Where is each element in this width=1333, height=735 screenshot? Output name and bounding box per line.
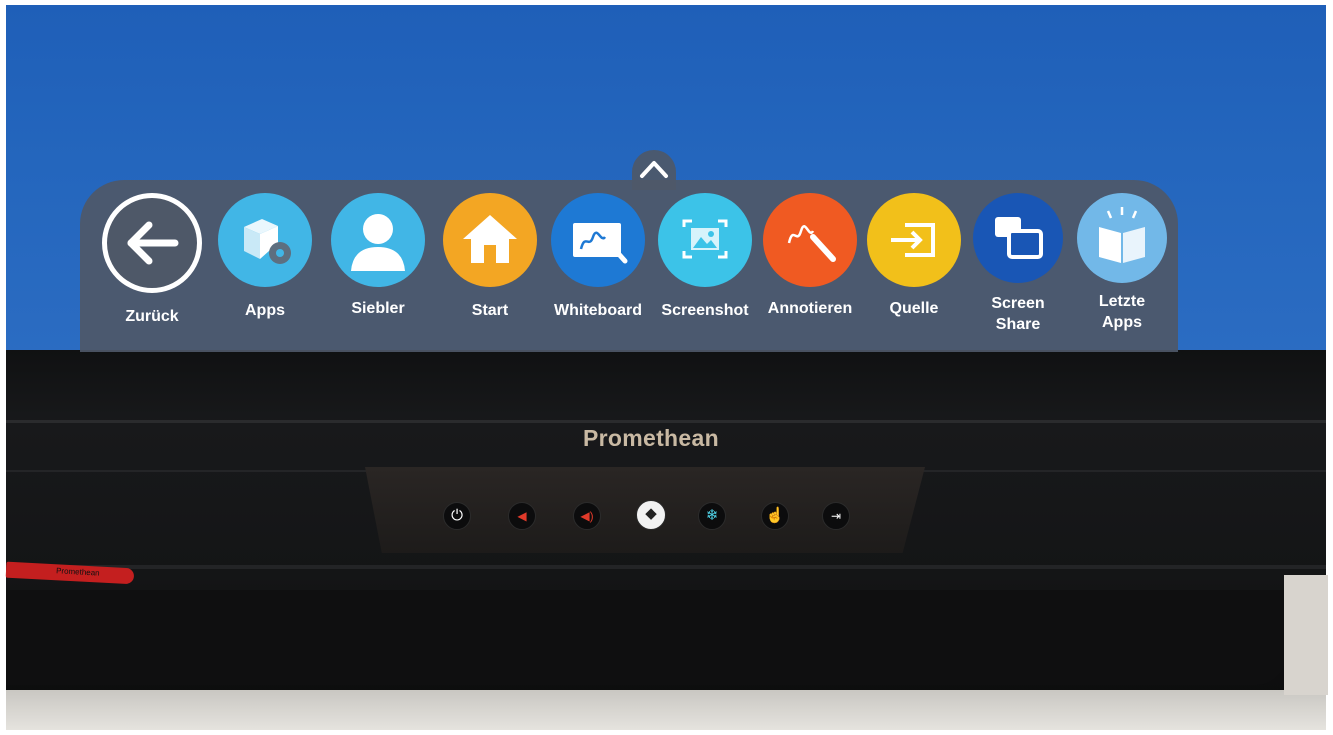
menu-label-line2: Share bbox=[995, 316, 1041, 333]
menu-label-line1: Letzte bbox=[1098, 293, 1146, 310]
screenshot-button[interactable] bbox=[658, 193, 752, 287]
menu-item-source[interactable]: Quelle bbox=[859, 193, 969, 319]
menu-item-home[interactable]: Start bbox=[435, 193, 545, 321]
whiteboard-icon bbox=[573, 223, 628, 264]
menu-item-screenshot[interactable]: Screenshot bbox=[650, 193, 760, 321]
touch-icon[interactable]: ☝ bbox=[761, 502, 789, 530]
recent-apps-button[interactable] bbox=[1077, 193, 1167, 283]
pen-text: Promethean bbox=[55, 566, 100, 578]
user-button[interactable] bbox=[331, 193, 425, 287]
menu-item-whiteboard[interactable]: Whiteboard bbox=[543, 193, 653, 321]
menu-label-line2: Apps bbox=[1102, 314, 1142, 331]
freeze-icon[interactable]: ❄ bbox=[698, 502, 726, 530]
chevron-up-icon bbox=[640, 161, 668, 178]
menu-label: Annotieren bbox=[767, 300, 853, 317]
apps-button[interactable] bbox=[218, 193, 312, 287]
menu-label: Letzte Apps bbox=[1067, 291, 1177, 333]
recent-apps-book-icon bbox=[1099, 207, 1145, 263]
floor bbox=[6, 690, 1326, 730]
user-icon bbox=[351, 214, 405, 271]
pen-tray bbox=[6, 590, 1286, 685]
power-icon[interactable]: ⏻ bbox=[443, 502, 471, 530]
menu-label: Quelle bbox=[889, 300, 939, 317]
menu-label: Start bbox=[471, 302, 509, 319]
menu-item-apps[interactable]: Apps bbox=[210, 193, 320, 321]
wall bbox=[1284, 575, 1328, 695]
menu-item-back[interactable]: Zurück bbox=[97, 193, 207, 327]
brand-logo: Promethean bbox=[583, 425, 719, 451]
annotate-button[interactable] bbox=[763, 193, 857, 287]
home-icon bbox=[463, 215, 517, 263]
source-button[interactable] bbox=[867, 193, 961, 287]
annotate-pen-icon bbox=[787, 224, 836, 262]
menu-label: Zurück bbox=[125, 308, 179, 325]
input-icon[interactable]: ⇥ bbox=[822, 502, 850, 530]
menu-label: Whiteboard bbox=[554, 302, 642, 319]
menu-label-line1: Screen bbox=[991, 295, 1045, 312]
input-source-icon bbox=[891, 223, 935, 257]
menu-item-user[interactable]: Siebler bbox=[323, 193, 433, 319]
home-button[interactable] bbox=[443, 193, 537, 287]
collapse-menu-button[interactable] bbox=[632, 150, 676, 190]
back-button[interactable] bbox=[102, 193, 202, 293]
arrow-left-icon bbox=[127, 221, 179, 265]
apps-box-gear-icon bbox=[244, 219, 291, 264]
screenshot-icon bbox=[682, 219, 728, 259]
menu-flame-icon[interactable]: ◆ bbox=[636, 500, 666, 530]
volume-up-icon[interactable]: ◀) bbox=[573, 502, 601, 530]
whiteboard-button[interactable] bbox=[551, 193, 645, 287]
menu-item-screen-share[interactable]: Screen Share bbox=[963, 193, 1073, 335]
menu-item-annotate[interactable]: Annotieren bbox=[755, 193, 865, 319]
screen-share-icon bbox=[995, 217, 1043, 259]
menu-item-recent-apps[interactable]: Letzte Apps bbox=[1067, 193, 1177, 333]
menu-label: Apps bbox=[245, 302, 285, 319]
menu-label: Screenshot bbox=[661, 302, 749, 319]
screen-share-button[interactable] bbox=[973, 193, 1063, 283]
volume-down-icon[interactable]: ◀ bbox=[508, 502, 536, 530]
menu-label: Siebler bbox=[351, 300, 405, 317]
menu-label: Screen Share bbox=[963, 293, 1073, 335]
